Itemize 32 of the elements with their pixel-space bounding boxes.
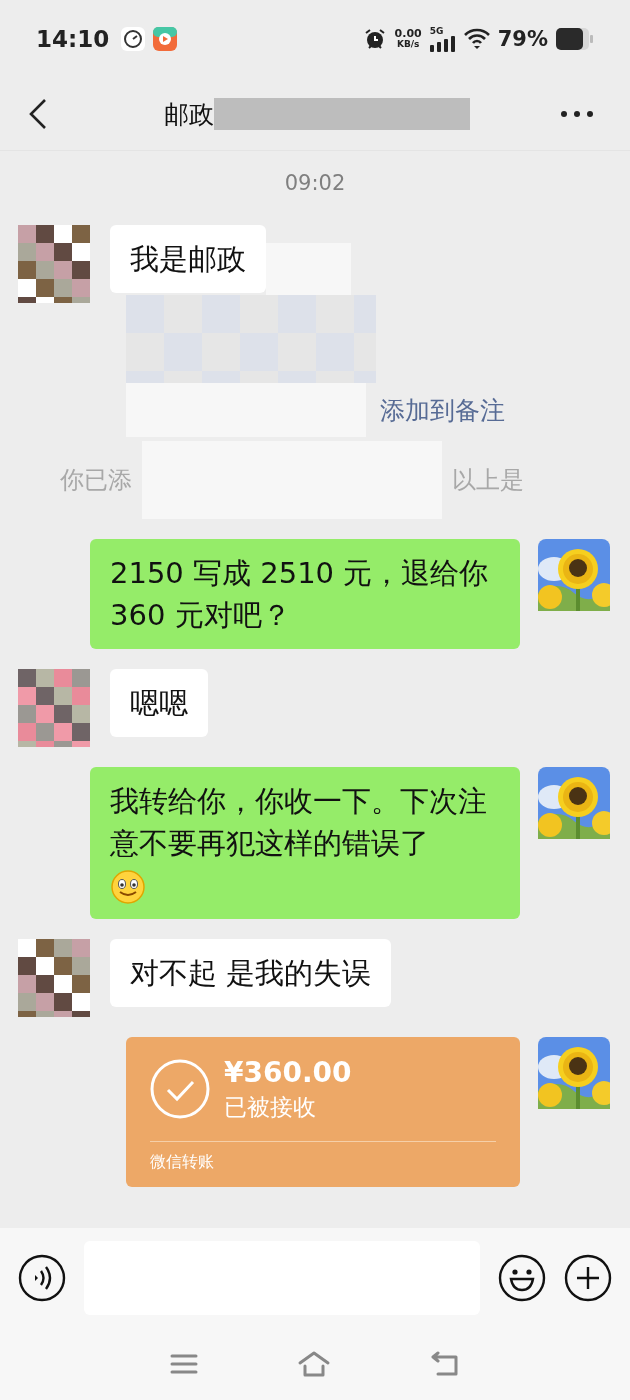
battery-icon <box>556 28 594 50</box>
emoji-icon[interactable] <box>498 1254 546 1302</box>
battery-level: 79% <box>497 27 548 51</box>
network-speed-unit: KB/s <box>396 39 420 50</box>
message-time: 09:02 <box>284 171 346 195</box>
menu-icon[interactable] <box>169 1353 198 1375</box>
message-bubble: 对不起 是我的失误 <box>110 939 392 1007</box>
signal-icon <box>429 36 456 52</box>
add-remark-link[interactable]: 添加到备注 <box>380 393 505 427</box>
message-bubble: 我是邮政 <box>110 225 266 293</box>
transfer-amount: ¥360.00 <box>224 1055 352 1091</box>
status-time: 14:10 <box>36 26 110 52</box>
add-icon[interactable] <box>564 1254 612 1302</box>
transfer-label: 微信转账 <box>150 1152 215 1173</box>
system-notice-text: 以上是 <box>452 465 524 496</box>
network-speed: 0.00 <box>394 28 422 39</box>
message-bubble: 我转给你，你收一下。下次注意不要再犯这样的错误了 <box>90 767 520 919</box>
message-bubble: 嗯嗯 <box>110 669 208 737</box>
more-icon[interactable] <box>560 110 594 118</box>
back-icon[interactable] <box>28 98 48 130</box>
chat-title: 邮政 <box>164 98 214 131</box>
system-notice-text: 你已添 <box>60 465 132 496</box>
timer-app-icon <box>121 27 146 51</box>
transfer-status: 已被接收 <box>224 1093 317 1122</box>
check-circle-icon <box>150 1059 210 1119</box>
message-bubble: 2150 写成 2510 元，退给你 360 元对吧？ <box>90 539 520 649</box>
back-nav-icon[interactable] <box>430 1351 461 1377</box>
home-icon[interactable] <box>297 1350 331 1378</box>
wifi-icon <box>463 28 490 50</box>
video-app-icon <box>153 27 178 51</box>
voice-icon[interactable] <box>18 1254 66 1302</box>
network-type: 5G <box>429 26 444 36</box>
